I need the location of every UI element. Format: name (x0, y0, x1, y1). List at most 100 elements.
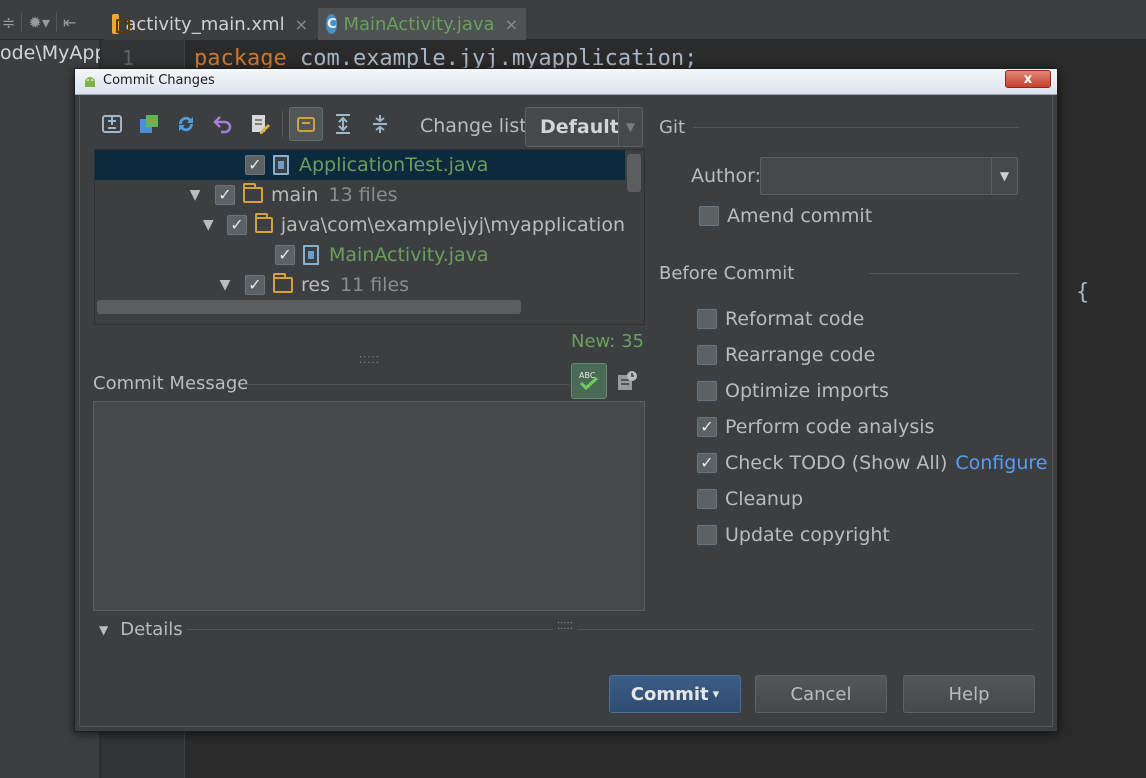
checkbox[interactable] (697, 381, 717, 401)
horizontal-scrollbar[interactable] (97, 300, 521, 314)
changes-tree[interactable]: ✓ ApplicationTest.java ▼ ✓ main 13 files… (94, 149, 645, 325)
tab-activity-main-xml[interactable]: activity_main.xml × (104, 8, 316, 40)
file-name: ApplicationTest.java (299, 154, 489, 176)
commit-message-input[interactable] (93, 401, 645, 611)
chevron-down-icon: ▼ (99, 622, 109, 637)
checkbox[interactable]: ✓ (215, 185, 235, 205)
tab-main-activity-java[interactable]: C MainActivity.java × (318, 8, 526, 40)
checkbox-label: Reformat code (725, 308, 865, 330)
tree-row[interactable]: ▼ ✓ main 13 files (95, 180, 625, 210)
vertical-scrollbar[interactable] (627, 154, 641, 192)
chevron-down-icon[interactable]: ▼ (991, 158, 1017, 194)
cleanup-checkbox[interactable]: Cleanup (697, 488, 803, 510)
splitter-grip[interactable]: ⁚⁚⁚⁚⁚ (553, 621, 577, 632)
chevron-down-icon[interactable]: ▼ (185, 187, 205, 203)
folder-icon (273, 273, 293, 293)
tab-label: MainActivity.java (343, 13, 495, 35)
move-to-changelist-icon[interactable] (132, 107, 166, 141)
collapse-all-icon[interactable] (363, 107, 397, 141)
project-toolbar: ≑ ✹▾ ⇤ (0, 8, 100, 36)
section-divider (693, 127, 1019, 128)
toolbar-divider (21, 12, 23, 32)
commit-message-label: Commit Message (93, 373, 249, 394)
java-class-icon: C (326, 14, 338, 34)
commit-button[interactable]: Commit ▾ (609, 675, 741, 713)
checkbox[interactable]: ✓ (275, 245, 295, 265)
section-divider (187, 629, 1033, 630)
edit-source-icon[interactable] (243, 107, 277, 141)
java-file-icon (273, 155, 289, 175)
file-count: 13 files (328, 184, 398, 206)
author-input[interactable] (761, 158, 991, 194)
close-icon[interactable]: × (505, 15, 518, 34)
checkbox[interactable] (697, 309, 717, 329)
checkbox-label: Perform code analysis (725, 416, 935, 438)
spellcheck-button[interactable]: ABC (571, 363, 607, 399)
check-todo-checkbox[interactable]: ✓ Check TODO (Show All) Configure (697, 452, 1047, 474)
checkbox[interactable] (697, 525, 717, 545)
details-toggle[interactable]: ▼ Details (99, 619, 183, 640)
reformat-code-checkbox[interactable]: Reformat code (697, 308, 864, 330)
chevron-down-icon[interactable]: ▼ (200, 217, 217, 233)
android-icon (85, 77, 95, 87)
package-folder-icon (254, 213, 273, 233)
section-divider (869, 273, 1019, 274)
folder-name: java\com\example\jyj\myapplication (280, 214, 625, 236)
chevron-down-icon[interactable]: ▼ (215, 277, 235, 293)
optimize-imports-checkbox[interactable]: Optimize imports (697, 380, 889, 402)
author-combo[interactable]: ▼ (760, 157, 1018, 195)
folder-icon (243, 183, 263, 203)
update-copyright-checkbox[interactable]: Update copyright (697, 524, 890, 546)
new-files-count: New: 35 (571, 331, 644, 352)
checkbox[interactable]: ✓ (245, 155, 265, 175)
cancel-button[interactable]: Cancel (755, 675, 887, 713)
checkbox[interactable]: ✓ (697, 453, 717, 473)
checkbox-label: Optimize imports (725, 380, 889, 402)
dialog-titlebar[interactable]: Commit Changes x (75, 69, 1057, 95)
tree-row[interactable]: ✓ ApplicationTest.java (95, 150, 625, 180)
diff-icon[interactable] (95, 107, 129, 141)
perform-code-analysis-checkbox[interactable]: ✓ Perform code analysis (697, 416, 934, 438)
close-icon[interactable]: × (295, 15, 308, 34)
checkbox[interactable]: ✓ (245, 275, 265, 295)
expand-all-icon[interactable] (326, 107, 360, 141)
changelist-select[interactable]: Default ▼ (525, 107, 643, 147)
section-divider (243, 384, 569, 385)
author-label: Author: (691, 165, 762, 187)
details-label: Details (120, 619, 183, 640)
checkbox-label: Cleanup (725, 488, 804, 510)
help-button[interactable]: Help (903, 675, 1035, 713)
folder-name: res (301, 274, 330, 296)
gear-icon[interactable]: ✹▾ (28, 13, 49, 32)
amend-commit-checkbox[interactable]: Amend commit (699, 205, 872, 227)
changes-toolbar (95, 107, 400, 141)
checkbox[interactable] (697, 345, 717, 365)
configure-link[interactable]: Configure (955, 452, 1047, 474)
tree-row[interactable]: ✓ MainActivity.java (95, 240, 625, 270)
chevron-down-icon[interactable]: ▼ (618, 108, 642, 146)
split-icon[interactable]: ≑ (2, 13, 15, 32)
checkbox[interactable]: ✓ (697, 417, 717, 437)
splitter-grip[interactable]: ⁚⁚⁚⁚⁚ (359, 355, 380, 366)
refresh-icon[interactable] (169, 107, 203, 141)
folder-name: main (271, 184, 319, 206)
checkbox-label: Amend commit (727, 205, 873, 227)
checkbox[interactable]: ✓ (226, 215, 247, 235)
project-path[interactable]: ode\MyApp (0, 42, 100, 64)
hide-panel-icon[interactable]: ⇤ (63, 13, 76, 32)
xml-file-icon (112, 14, 131, 34)
dialog-close-button[interactable]: x (1005, 70, 1051, 88)
checkbox[interactable] (697, 489, 717, 509)
commit-changes-dialog: Commit Changes x Change list: Default ▼ … (74, 68, 1058, 732)
group-by-directory-icon[interactable] (289, 107, 323, 141)
rearrange-code-checkbox[interactable]: Rearrange code (697, 344, 875, 366)
toolbar-divider (282, 111, 283, 137)
commit-button-label: Commit (630, 683, 709, 705)
tree-row[interactable]: ▼ ✓ java\com\example\jyj\myapplication (95, 210, 625, 240)
revert-icon[interactable] (206, 107, 240, 141)
code-brace: { (1076, 280, 1090, 305)
history-icon (618, 371, 637, 390)
tree-row[interactable]: ▼ ✓ res 11 files (95, 270, 625, 300)
checkbox[interactable] (699, 206, 719, 226)
message-history-button[interactable] (613, 367, 641, 395)
